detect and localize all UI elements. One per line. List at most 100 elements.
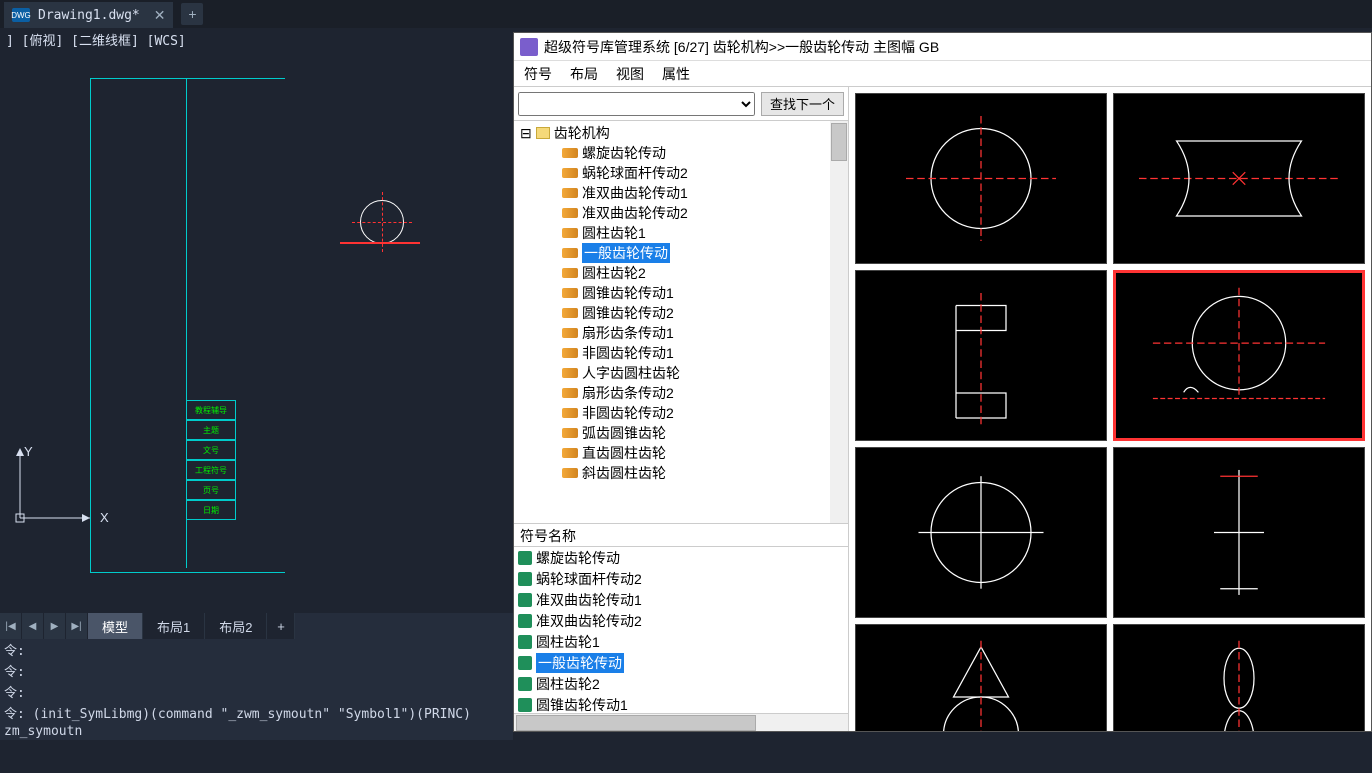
- menu-view[interactable]: 视图: [616, 64, 644, 84]
- tree-item-icon: [562, 388, 578, 398]
- folder-icon: [536, 127, 550, 139]
- dialog-title: 超级符号库管理系统 [6/27] 齿轮机构>>一般齿轮传动 主图幅 GB: [544, 37, 939, 57]
- tree-item-icon: [562, 348, 578, 358]
- tree-item-label: 螺旋齿轮传动: [582, 143, 666, 163]
- menu-layout[interactable]: 布局: [570, 64, 598, 84]
- namelist-item[interactable]: 螺旋齿轮传动: [514, 547, 848, 568]
- tree-item[interactable]: 人字齿圆柱齿轮: [514, 363, 848, 383]
- tree-item[interactable]: 蜗轮球面杆传动2: [514, 163, 848, 183]
- tree-item[interactable]: 扇形齿条传动2: [514, 383, 848, 403]
- command-line: 令:: [0, 660, 513, 681]
- close-tab-icon[interactable]: ✕: [154, 7, 166, 24]
- preview-cell-4-selected[interactable]: [1113, 270, 1365, 441]
- layout-nav-next[interactable]: ▶: [44, 613, 66, 639]
- tree-item[interactable]: 非圆齿轮传动2: [514, 403, 848, 423]
- namelist-item[interactable]: 圆柱齿轮2: [514, 673, 848, 694]
- layout-tab-2[interactable]: 布局2: [205, 613, 267, 639]
- preview-cell-1[interactable]: [855, 93, 1107, 264]
- viewmode-bar[interactable]: ] [俯视] [二维线框] [WCS]: [0, 28, 513, 50]
- layout-tab-model[interactable]: 模型: [88, 613, 143, 639]
- tree-item[interactable]: 扇形齿条传动1: [514, 323, 848, 343]
- menu-properties[interactable]: 属性: [662, 64, 690, 84]
- tree-item-icon: [562, 208, 578, 218]
- tree-item[interactable]: 圆锥齿轮传动1: [514, 283, 848, 303]
- layout-nav-first[interactable]: |◀: [0, 613, 22, 639]
- dialog-titlebar[interactable]: 超级符号库管理系统 [6/27] 齿轮机构>>一般齿轮传动 主图幅 GB: [514, 33, 1371, 61]
- namelist-label: 准双曲齿轮传动2: [536, 611, 642, 631]
- layout-nav-last[interactable]: ▶|: [66, 613, 88, 639]
- tree-item-icon: [562, 228, 578, 238]
- namelist-item[interactable]: 圆柱齿轮1: [514, 631, 848, 652]
- layout-add-button[interactable]: +: [267, 613, 295, 639]
- file-tab[interactable]: DWG Drawing1.dwg* ✕: [4, 2, 173, 28]
- menu-symbol[interactable]: 符号: [524, 64, 552, 84]
- library-search-bar: 查找下一个: [514, 87, 848, 121]
- namelist-header: 符号名称: [514, 523, 848, 547]
- tree-item-icon: [562, 408, 578, 418]
- preview-cell-5[interactable]: [855, 447, 1107, 618]
- tree-item-icon: [562, 448, 578, 458]
- tree-item-label: 蜗轮球面杆传动2: [582, 163, 688, 183]
- command-line: 令:: [0, 681, 513, 702]
- gear-baseline: [340, 242, 420, 244]
- namelist-label: 螺旋齿轮传动: [536, 548, 620, 568]
- tree-item-icon: [562, 288, 578, 298]
- layout-tab-1[interactable]: 布局1: [143, 613, 205, 639]
- tree-scroll-thumb[interactable]: [831, 123, 847, 161]
- tree-item[interactable]: 圆锥齿轮传动2: [514, 303, 848, 323]
- tree-item[interactable]: 圆柱齿轮2: [514, 263, 848, 283]
- preview-cell-6[interactable]: [1113, 447, 1365, 618]
- namelist-item[interactable]: 圆锥齿轮传动1: [514, 694, 848, 713]
- namelist-item[interactable]: 准双曲齿轮传动1: [514, 589, 848, 610]
- cad-viewport[interactable]: 教程辅导 主题 文号 工程符号 页号 日期: [0, 50, 513, 613]
- tree-item-label: 圆锥齿轮传动1: [582, 283, 674, 303]
- namelist-hscroll[interactable]: [514, 713, 848, 731]
- tree-item-label: 非圆齿轮传动2: [582, 403, 674, 423]
- library-tree[interactable]: ⊟ 齿轮机构 螺旋齿轮传动蜗轮球面杆传动2准双曲齿轮传动1准双曲齿轮传动2圆柱齿…: [514, 121, 848, 523]
- tree-item[interactable]: 螺旋齿轮传动: [514, 143, 848, 163]
- preview-cell-3[interactable]: [855, 270, 1107, 441]
- preview-cell-7[interactable]: [855, 624, 1107, 731]
- namelist-label: 一般齿轮传动: [536, 653, 624, 673]
- library-left-panel: 查找下一个 ⊟ 齿轮机构 螺旋齿轮传动蜗轮球面杆传动2准双曲齿轮传动1准双曲齿轮…: [514, 87, 849, 731]
- namelist-label: 准双曲齿轮传动1: [536, 590, 642, 610]
- preview-cell-2[interactable]: [1113, 93, 1365, 264]
- dialog-body: 查找下一个 ⊟ 齿轮机构 螺旋齿轮传动蜗轮球面杆传动2准双曲齿轮传动1准双曲齿轮…: [514, 87, 1371, 731]
- ucs-icon[interactable]: X Y: [10, 448, 110, 553]
- namelist[interactable]: 螺旋齿轮传动蜗轮球面杆传动2准双曲齿轮传动1准双曲齿轮传动2圆柱齿轮1一般齿轮传…: [514, 547, 848, 713]
- tb-row: 文号: [186, 440, 236, 460]
- tree-item-icon: [562, 168, 578, 178]
- command-line: zm_symoutn: [0, 723, 513, 740]
- tree-item[interactable]: 圆柱齿轮1: [514, 223, 848, 243]
- tree-scrollbar[interactable]: [830, 121, 848, 523]
- library-app-icon: [520, 38, 538, 56]
- tree-item[interactable]: 斜齿圆柱齿轮: [514, 463, 848, 483]
- namelist-icon: [518, 572, 532, 586]
- tb-row: 教程辅导: [186, 400, 236, 420]
- tree-item-label: 圆锥齿轮传动2: [582, 303, 674, 323]
- find-next-button[interactable]: 查找下一个: [761, 92, 844, 116]
- command-line-area[interactable]: 令: 令: 令: 令: (init_SymLibmg)(command "_zw…: [0, 639, 513, 740]
- namelist-item[interactable]: 准双曲齿轮传动2: [514, 610, 848, 631]
- tree-item[interactable]: 准双曲齿轮传动2: [514, 203, 848, 223]
- tree-item-label: 扇形齿条传动1: [582, 323, 674, 343]
- tree-item-icon: [562, 308, 578, 318]
- tree-root[interactable]: ⊟ 齿轮机构: [514, 123, 848, 143]
- layout-tabs-bar: |◀ ◀ ▶ ▶| 模型 布局1 布局2 +: [0, 613, 513, 639]
- tb-row: 日期: [186, 500, 236, 520]
- preview-cell-8[interactable]: [1113, 624, 1365, 731]
- tree-item[interactable]: 一般齿轮传动: [514, 243, 848, 263]
- command-line: 令: (init_SymLibmg)(command "_zwm_symoutn…: [0, 702, 513, 723]
- tree-item[interactable]: 非圆齿轮传动1: [514, 343, 848, 363]
- tree-item[interactable]: 准双曲齿轮传动1: [514, 183, 848, 203]
- search-input[interactable]: [518, 92, 755, 116]
- namelist-item[interactable]: 蜗轮球面杆传动2: [514, 568, 848, 589]
- layout-nav-prev[interactable]: ◀: [22, 613, 44, 639]
- namelist-hscroll-thumb[interactable]: [516, 715, 756, 731]
- tree-item[interactable]: 直齿圆柱齿轮: [514, 443, 848, 463]
- tree-item-icon: [562, 188, 578, 198]
- namelist-item[interactable]: 一般齿轮传动: [514, 652, 848, 673]
- tree-item[interactable]: 弧齿圆锥齿轮: [514, 423, 848, 443]
- tree-collapse-icon[interactable]: ⊟: [520, 125, 532, 142]
- new-tab-button[interactable]: +: [181, 3, 203, 25]
